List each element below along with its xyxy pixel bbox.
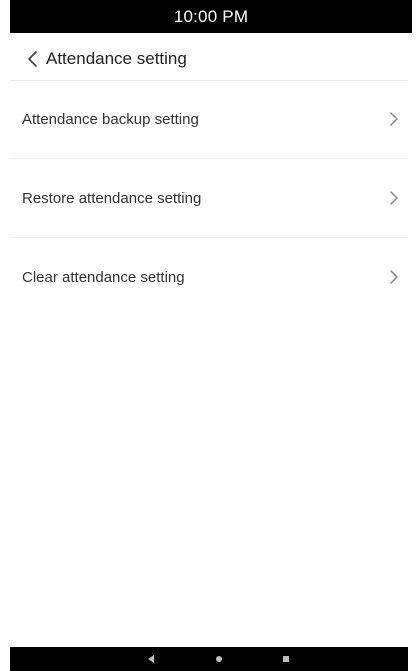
list-item-restore-attendance[interactable]: Restore attendance setting bbox=[10, 159, 408, 238]
page-title: Attendance setting bbox=[46, 49, 187, 68]
list-item-label: Attendance backup setting bbox=[22, 110, 199, 128]
header: Attendance setting bbox=[10, 38, 408, 81]
chevron-right-icon bbox=[390, 112, 398, 126]
chevron-right-icon bbox=[390, 270, 398, 284]
list-item-label: Clear attendance setting bbox=[22, 268, 185, 286]
list-item-label: Restore attendance setting bbox=[22, 189, 202, 207]
list-item-clear-attendance[interactable]: Clear attendance setting bbox=[10, 238, 408, 316]
settings-list: Attendance backup setting Restore attend… bbox=[10, 80, 408, 316]
chevron-right-icon bbox=[390, 191, 398, 205]
home-icon[interactable] bbox=[216, 656, 222, 662]
screen: 10:00 PM Attendance setting Attendance b… bbox=[0, 0, 418, 671]
status-time: 10:00 PM bbox=[173, 6, 249, 26]
status-bar: 10:00 PM bbox=[10, 0, 412, 33]
recent-apps-icon[interactable] bbox=[283, 656, 289, 662]
back-button[interactable]: Attendance setting bbox=[26, 49, 187, 69]
chevron-left-icon bbox=[28, 51, 37, 67]
back-icon[interactable] bbox=[148, 655, 154, 663]
navigation-bar bbox=[10, 647, 408, 671]
list-item-attendance-backup[interactable]: Attendance backup setting bbox=[10, 80, 408, 159]
